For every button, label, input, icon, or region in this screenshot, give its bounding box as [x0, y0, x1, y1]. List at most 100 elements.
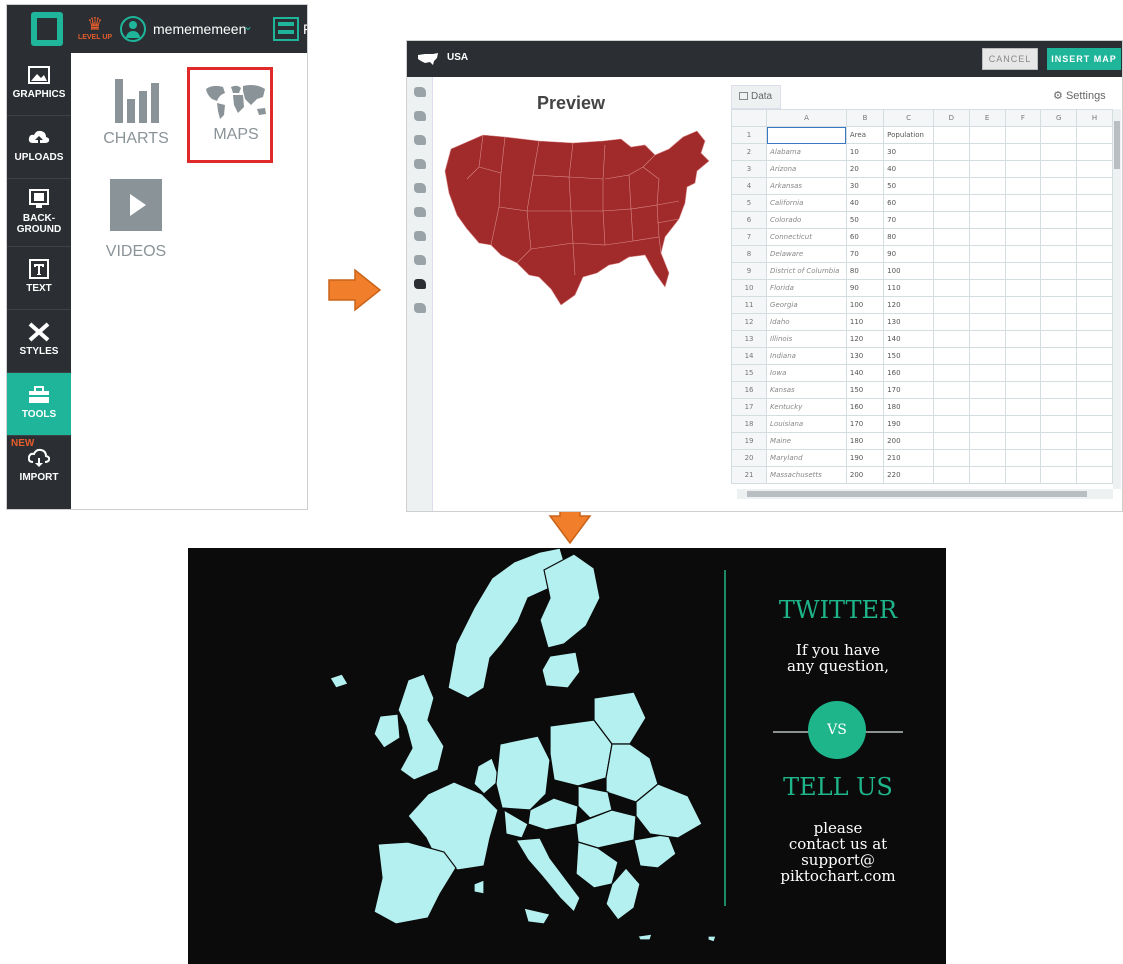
data-spreadsheet[interactable]: A B C D E F G H 1 Area Population 2 Alabama 1…	[731, 109, 1113, 489]
table-cell[interactable]	[968, 432, 1006, 450]
table-cell[interactable]	[1040, 432, 1078, 450]
table-cell[interactable]: Louisiana	[766, 415, 847, 433]
map-thumb-asia-icon[interactable]	[414, 135, 426, 145]
table-cell[interactable]	[1004, 364, 1042, 382]
table-cell[interactable]	[1004, 330, 1042, 348]
row-number[interactable]: 6	[731, 211, 768, 229]
table-cell[interactable]	[1040, 381, 1078, 399]
table-cell[interactable]	[1004, 432, 1042, 450]
table-cell[interactable]	[1076, 245, 1113, 263]
table-cell[interactable]	[968, 398, 1006, 416]
table-cell[interactable]	[1004, 160, 1042, 178]
table-cell[interactable]	[932, 228, 970, 246]
table-cell[interactable]	[1004, 415, 1042, 433]
table-cell[interactable]	[1076, 364, 1113, 382]
table-cell[interactable]	[1076, 432, 1113, 450]
row-number[interactable]: 20	[731, 449, 768, 467]
table-cell[interactable]: Kansas	[766, 381, 847, 399]
table-cell[interactable]: 90	[883, 245, 934, 263]
table-cell[interactable]	[1040, 245, 1078, 263]
table-cell[interactable]: 70	[883, 211, 934, 229]
table-cell[interactable]: 150	[845, 381, 885, 399]
column-header[interactable]: H	[1076, 109, 1113, 127]
table-cell[interactable]	[1076, 160, 1113, 178]
table-cell[interactable]	[1040, 466, 1078, 484]
sidebar-item-styles[interactable]: STYLES	[7, 310, 71, 373]
table-cell[interactable]	[932, 381, 970, 399]
table-cell[interactable]: 140	[883, 330, 934, 348]
table-cell[interactable]	[968, 211, 1006, 229]
table-cell[interactable]	[932, 449, 970, 467]
table-cell[interactable]: District of Columbia	[766, 262, 847, 280]
table-cell[interactable]	[1040, 126, 1078, 144]
table-cell[interactable]: Illinois	[766, 330, 847, 348]
map-thumb-middle-east-icon[interactable]	[414, 255, 426, 265]
table-cell[interactable]: Georgia	[766, 296, 847, 314]
table-cell[interactable]	[968, 194, 1006, 212]
table-cell[interactable]: 60	[845, 228, 885, 246]
username[interactable]: memememeen	[153, 21, 246, 37]
table-cell[interactable]	[968, 364, 1006, 382]
table-cell[interactable]: 60	[883, 194, 934, 212]
table-cell[interactable]	[968, 449, 1006, 467]
table-cell[interactable]	[1076, 381, 1113, 399]
table-cell[interactable]: Colorado	[766, 211, 847, 229]
row-number[interactable]: 18	[731, 415, 768, 433]
row-number[interactable]: 9	[731, 262, 768, 280]
table-cell[interactable]	[1040, 330, 1078, 348]
table-cell[interactable]	[932, 432, 970, 450]
settings-button[interactable]: ⚙ Settings	[1053, 89, 1106, 102]
table-cell[interactable]	[1004, 313, 1042, 331]
table-cell[interactable]	[1004, 262, 1042, 280]
map-thumb-north-america-icon[interactable]	[414, 183, 426, 193]
table-cell[interactable]	[968, 126, 1006, 144]
row-number[interactable]: 19	[731, 432, 768, 450]
table-cell[interactable]: 140	[845, 364, 885, 382]
column-header[interactable]: B	[845, 109, 885, 127]
table-cell[interactable]: 30	[845, 177, 885, 195]
table-cell[interactable]	[932, 347, 970, 365]
row-number[interactable]: 5	[731, 194, 768, 212]
table-cell[interactable]	[1040, 364, 1078, 382]
layout-icon[interactable]	[273, 17, 299, 41]
tool-videos[interactable]: VIDEOS	[101, 179, 171, 261]
table-cell[interactable]: 110	[845, 313, 885, 331]
table-cell[interactable]	[1076, 143, 1113, 161]
table-cell[interactable]	[1004, 398, 1042, 416]
column-header[interactable]: E	[968, 109, 1006, 127]
table-cell[interactable]	[932, 143, 970, 161]
table-cell[interactable]	[932, 262, 970, 280]
table-cell[interactable]: Florida	[766, 279, 847, 297]
table-cell[interactable]	[1040, 160, 1078, 178]
table-cell[interactable]	[766, 126, 847, 144]
table-cell[interactable]: 150	[883, 347, 934, 365]
row-number[interactable]: 21	[731, 466, 768, 484]
table-cell[interactable]	[932, 211, 970, 229]
table-cell[interactable]: 180	[883, 398, 934, 416]
table-cell[interactable]	[932, 415, 970, 433]
table-cell[interactable]	[1004, 245, 1042, 263]
table-cell[interactable]: 190	[845, 449, 885, 467]
table-cell[interactable]	[1004, 296, 1042, 314]
table-cell[interactable]: Alabama	[766, 143, 847, 161]
table-cell[interactable]: 110	[883, 279, 934, 297]
row-number[interactable]: 13	[731, 330, 768, 348]
data-table[interactable]: A B C D E F G H 1 Area Population 2 Alabama 1…	[731, 109, 1113, 484]
table-cell[interactable]	[1076, 347, 1113, 365]
table-cell[interactable]	[932, 126, 970, 144]
table-cell[interactable]	[1004, 347, 1042, 365]
cancel-button[interactable]: CANCEL	[982, 48, 1038, 70]
sidebar-item-text[interactable]: TEXT	[7, 247, 71, 310]
table-cell[interactable]	[1004, 211, 1042, 229]
table-cell[interactable]	[1076, 194, 1113, 212]
table-cell[interactable]: Maryland	[766, 449, 847, 467]
column-header[interactable]: A	[766, 109, 847, 127]
row-number[interactable]: 11	[731, 296, 768, 314]
table-cell[interactable]	[1040, 177, 1078, 195]
table-cell[interactable]	[1076, 466, 1113, 484]
table-cell[interactable]	[932, 245, 970, 263]
table-cell[interactable]	[1004, 449, 1042, 467]
table-cell[interactable]: 50	[845, 211, 885, 229]
table-cell[interactable]	[1076, 262, 1113, 280]
insert-map-button[interactable]: INSERT MAP	[1047, 48, 1121, 70]
